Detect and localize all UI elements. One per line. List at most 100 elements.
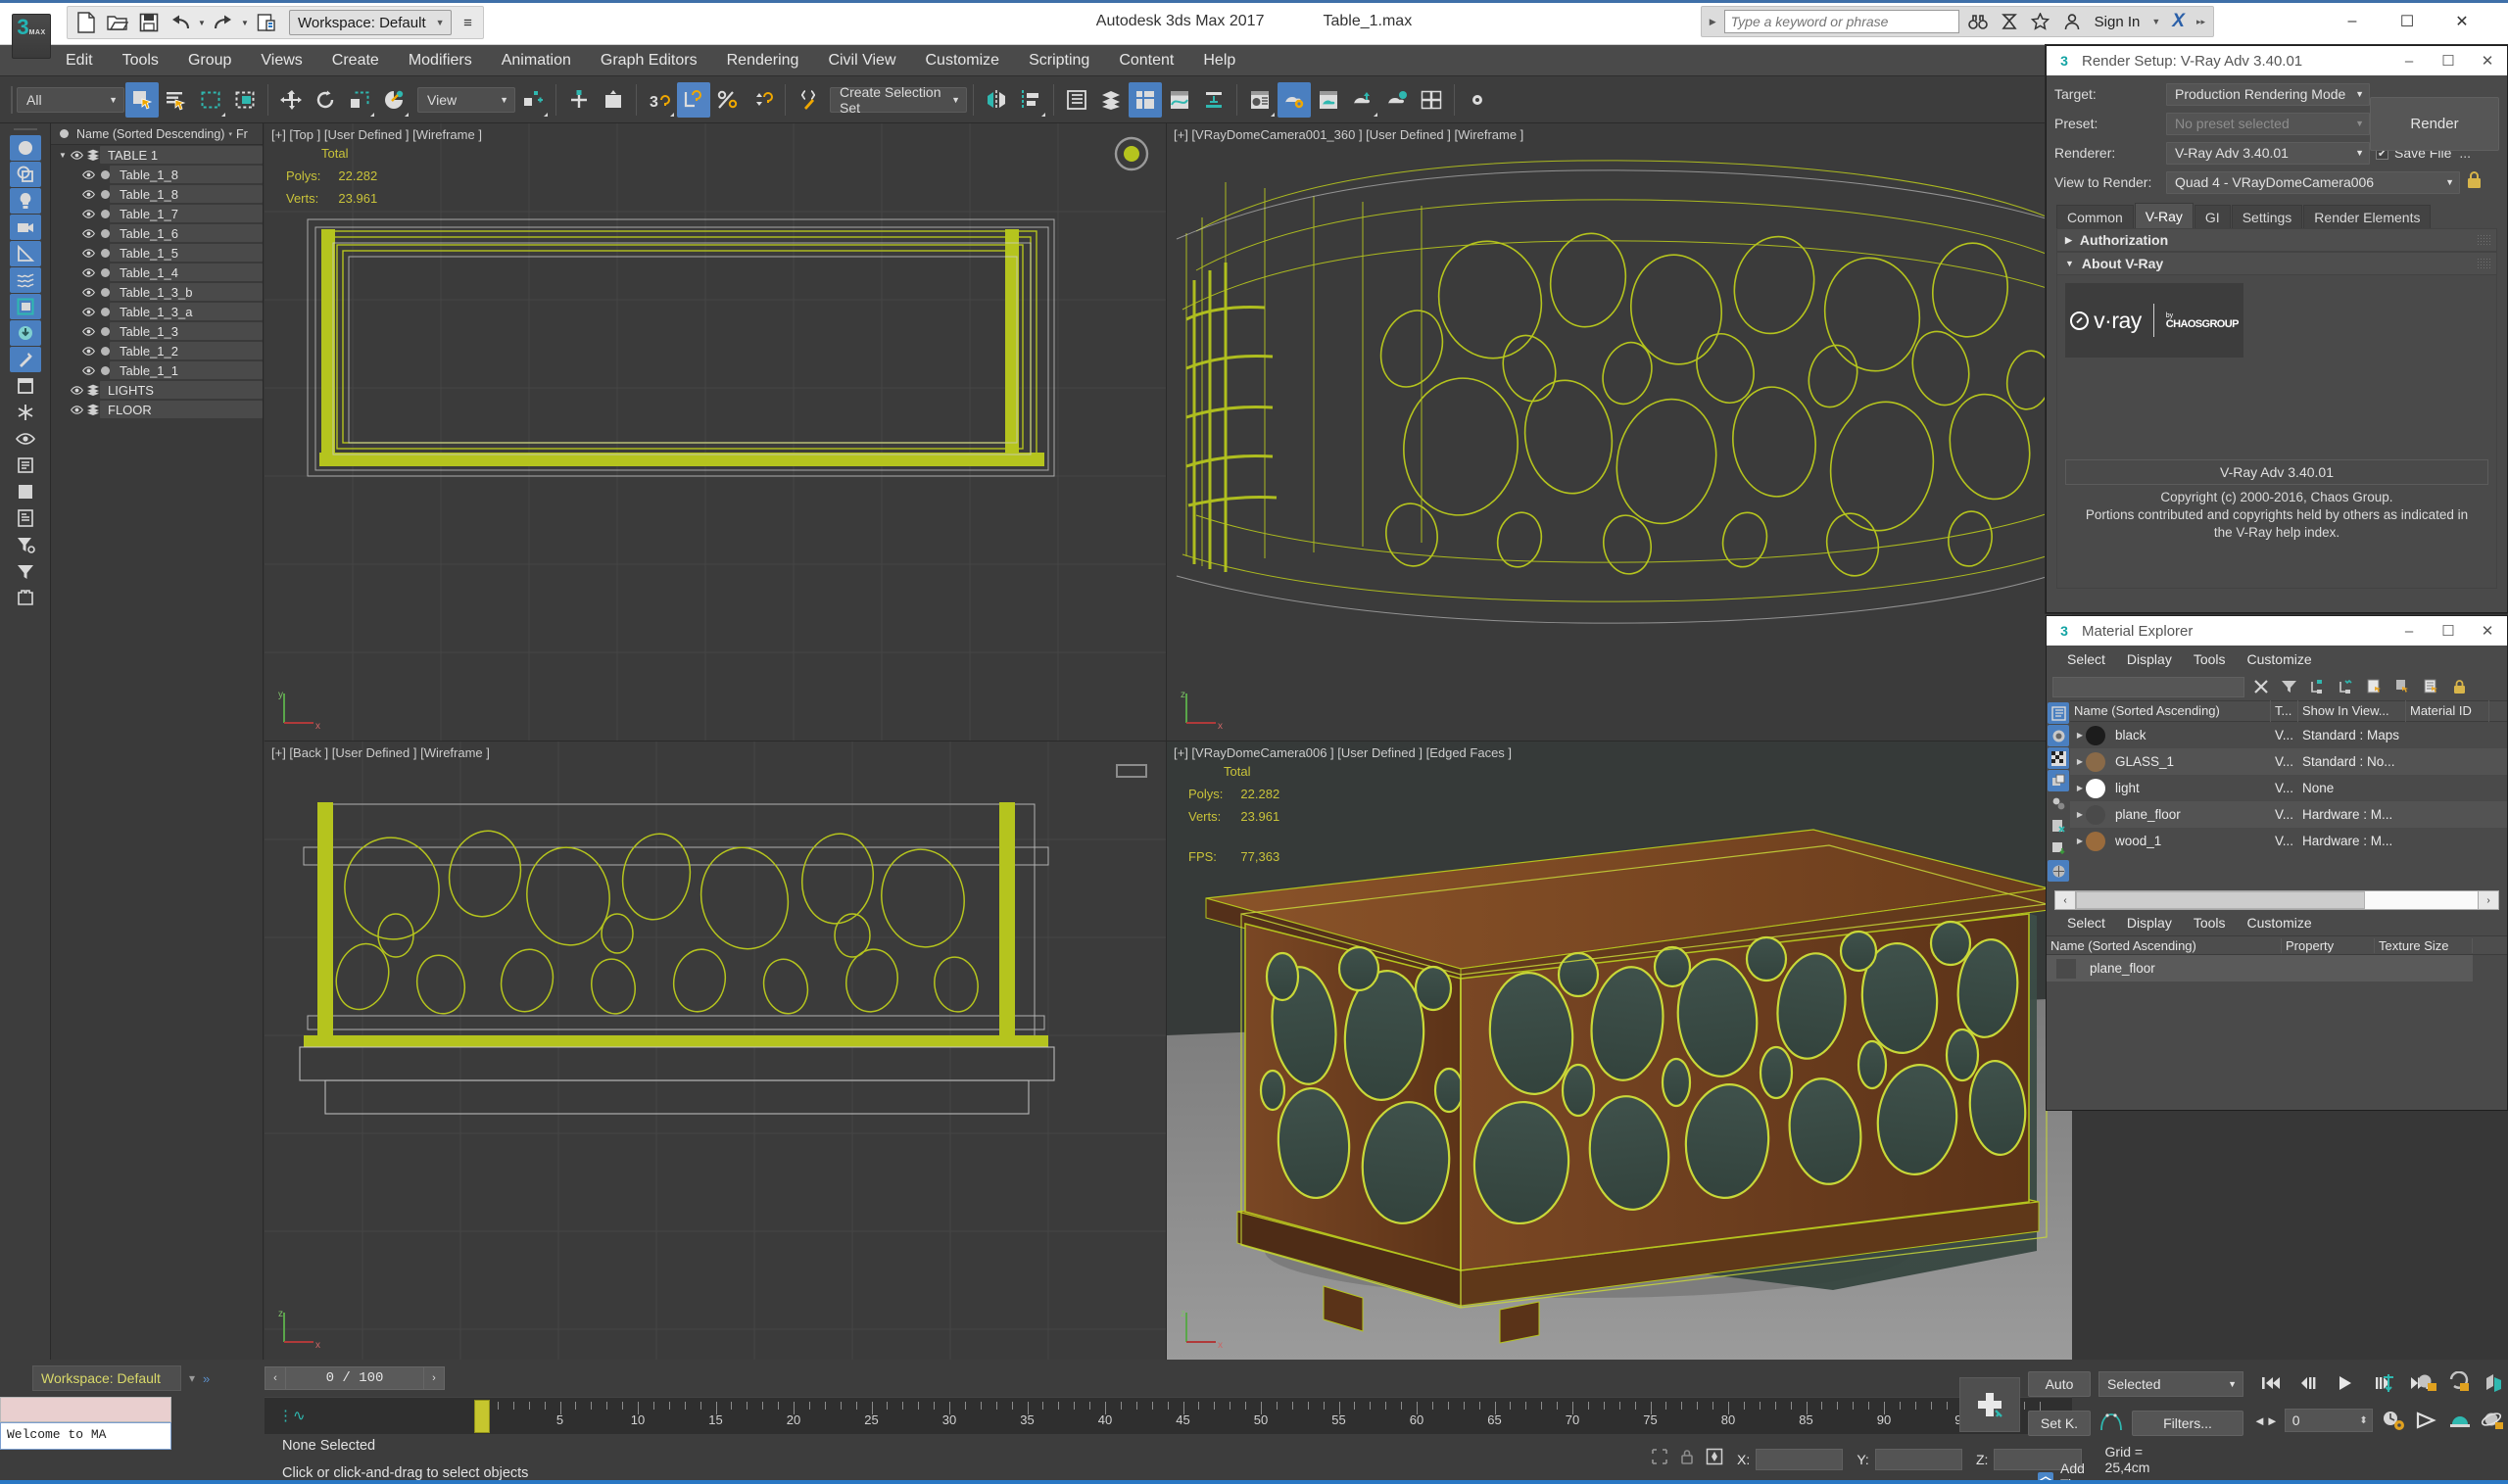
open-file-icon[interactable]	[103, 9, 132, 36]
maximize-button[interactable]: ☐	[2394, 9, 2420, 34]
scene-tree-item[interactable]: Table_1_8	[51, 184, 263, 204]
rollup-grip-icon[interactable]	[2477, 234, 2490, 246]
visibility-eye-icon[interactable]	[80, 248, 96, 259]
scene-tree-item[interactable]: Table_1_1	[51, 360, 263, 380]
menu-item-modifiers[interactable]: Modifiers	[394, 45, 487, 76]
menu-item-civil-view[interactable]: Civil View	[813, 45, 910, 76]
pan-view-icon[interactable]	[2414, 1409, 2439, 1437]
y-field[interactable]	[1874, 1448, 1962, 1470]
time-next-button[interactable]: ›	[423, 1366, 445, 1390]
zoom-extents-icon[interactable]	[2447, 1370, 2473, 1400]
material-explorer-titlebar[interactable]: 3 Material Explorer – ☐ ✕	[2047, 616, 2507, 646]
render-iterative-icon[interactable]	[1380, 82, 1414, 118]
render-production-icon[interactable]	[1346, 82, 1379, 118]
scene-tree-item[interactable]: Table_1_2	[51, 341, 263, 360]
material-bottom-column-header[interactable]: Property	[2282, 937, 2375, 953]
rollup-header[interactable]: ▶ Authorization	[2056, 228, 2497, 252]
exchange-app-icon[interactable]: X	[2168, 11, 2189, 32]
track-bar-curve-icon[interactable]: ⋮∿	[278, 1407, 306, 1424]
material-column-header[interactable]: Name (Sorted Ascending)	[2070, 700, 2271, 722]
set-key-big-button[interactable]	[1959, 1377, 2020, 1432]
close-button[interactable]: ✕	[2449, 9, 2475, 34]
material-menu-display[interactable]: Display	[2116, 646, 2183, 673]
visibility-eye-icon[interactable]	[80, 287, 96, 298]
scroll-left-icon[interactable]: ‹	[2054, 890, 2076, 910]
select-objects-icon[interactable]	[2362, 675, 2387, 698]
menu-item-tools[interactable]: Tools	[108, 45, 173, 76]
set-key-button[interactable]: Set K.	[2028, 1411, 2091, 1436]
spinner-snap-icon[interactable]	[746, 82, 779, 118]
layers-list-icon[interactable]	[10, 453, 41, 478]
render-setup-maximize[interactable]: ☐	[2429, 46, 2468, 75]
layer-explorer-icon[interactable]	[1060, 82, 1093, 118]
material-id[interactable]	[2406, 748, 2489, 775]
systems-icon[interactable]	[9, 294, 41, 319]
render-setup-minimize[interactable]: –	[2389, 46, 2429, 75]
material-explorer-close[interactable]: ✕	[2468, 616, 2507, 646]
material-id[interactable]	[2406, 801, 2489, 828]
lock-icon[interactable]	[2447, 675, 2472, 698]
material-show-in-viewport[interactable]: Hardware : M...	[2298, 801, 2406, 828]
material-menu-customize[interactable]: Customize	[2237, 646, 2323, 673]
render-setup-tab-common[interactable]: Common	[2056, 205, 2134, 228]
renderer-combo[interactable]: V-Ray Adv 3.40.01 ▼	[2166, 141, 2370, 165]
named-selection-set-combo[interactable]: Create Selection Set ▼	[830, 84, 967, 116]
render-setup-icon[interactable]	[1278, 81, 1311, 118]
zoom-all-icon[interactable]	[2414, 1371, 2439, 1400]
show-maps-icon[interactable]	[2048, 725, 2069, 746]
filter-config-icon[interactable]	[10, 532, 41, 557]
show-all-maps-icon[interactable]	[2048, 860, 2069, 882]
field-of-view-icon[interactable]	[2481, 1371, 2506, 1400]
menu-item-animation[interactable]: Animation	[487, 45, 586, 76]
material-row[interactable]: ▶ plane_floor V... Hardware : M...	[2070, 801, 2507, 828]
favorites-star-icon[interactable]	[2028, 9, 2053, 34]
material-show-in-viewport[interactable]: Hardware : M...	[2298, 828, 2406, 854]
absolute-relative-toggle-icon[interactable]	[1706, 1448, 1723, 1470]
visibility-eye-icon[interactable]	[80, 228, 96, 239]
material-show-in-viewport[interactable]: Standard : Maps	[2298, 722, 2406, 748]
scene-tree-item[interactable]: Table_1_7	[51, 204, 263, 223]
key-tangent-icon[interactable]	[2098, 1411, 2124, 1439]
material-bottom-row[interactable]: plane_floor	[2047, 955, 2507, 981]
rollup-header[interactable]: ▼ About V-Ray	[2056, 252, 2497, 275]
visibility-eye-icon[interactable]	[80, 209, 96, 219]
delete-material-icon[interactable]	[2048, 815, 2069, 837]
angle-snap-icon[interactable]	[677, 81, 710, 118]
material-menu-select[interactable]: Select	[2056, 646, 2116, 673]
x-field[interactable]	[1756, 1448, 1844, 1470]
infocenter-more-icon[interactable]: ▸▸	[2194, 17, 2207, 27]
time-prev-button[interactable]: ‹	[265, 1366, 286, 1390]
visibility-eye-icon[interactable]	[69, 385, 84, 396]
render-setup-close[interactable]: ✕	[2468, 46, 2507, 75]
menu-item-content[interactable]: Content	[1104, 45, 1188, 76]
visibility-eye-icon[interactable]	[80, 267, 96, 278]
render-setup-tab-gi[interactable]: GI	[2194, 205, 2231, 228]
visibility-eye-icon[interactable]	[80, 326, 96, 337]
previous-frame-icon[interactable]	[2291, 1369, 2326, 1397]
expand-triangle-icon[interactable]: ▶	[2074, 810, 2086, 819]
viewport-camera-360[interactable]: [+] [VRayDomeCamera001_360 ] [User Defin…	[1167, 123, 2072, 741]
container-icon[interactable]	[10, 585, 41, 610]
menu-item-edit[interactable]: Edit	[51, 45, 108, 76]
scene-explorer-icon[interactable]	[1094, 82, 1128, 118]
filter-icon[interactable]	[10, 558, 41, 584]
scene-explorer-name-column[interactable]: Name (Sorted Descending)	[76, 127, 224, 141]
viewport-camera-006[interactable]: [+] [VRayDomeCamera006 ] [User Defined ]…	[1167, 742, 2072, 1360]
new-file-icon[interactable]	[72, 9, 101, 36]
scene-tree-group[interactable]: FLOOR	[51, 400, 263, 419]
material-bottom-menu-select[interactable]: Select	[2056, 909, 2116, 936]
freeze-icon[interactable]	[10, 400, 41, 425]
toolbar-grip[interactable]	[8, 82, 16, 118]
material-id[interactable]	[2406, 722, 2489, 748]
workspace-status-label[interactable]: Workspace: Default	[32, 1365, 181, 1391]
material-row[interactable]: ▶ GLASS_1 V... Standard : No...	[2070, 748, 2507, 775]
scroll-track[interactable]	[2076, 890, 2478, 910]
spinner-arrows-icon[interactable]: ⬍	[2359, 1415, 2367, 1426]
geometry-icon[interactable]	[9, 135, 41, 161]
sign-in-label[interactable]: Sign In	[2091, 14, 2145, 30]
track-bar[interactable]: ⋮∿ 0510152025303540455055606570758085909…	[265, 1397, 2072, 1434]
menu-item-create[interactable]: Create	[317, 45, 394, 76]
filter-icon[interactable]	[2277, 675, 2301, 698]
undo-dropdown-caret[interactable]: ▼	[197, 9, 207, 36]
scroll-thumb[interactable]	[2076, 891, 2366, 909]
